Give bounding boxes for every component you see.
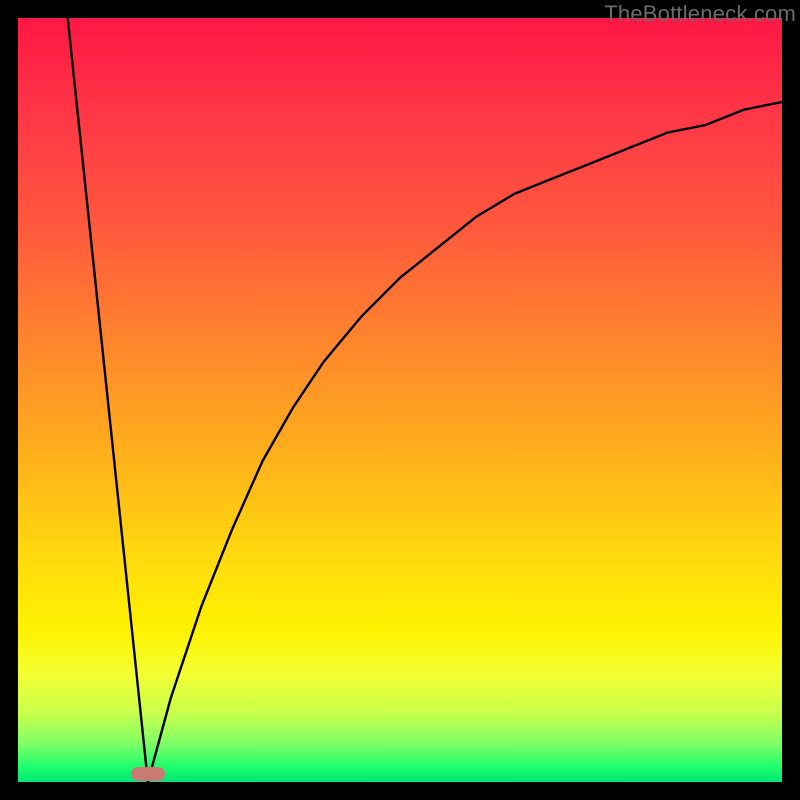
- bottleneck-plot-frame: TheBottleneck.com: [0, 0, 800, 800]
- bottleneck-plot-area: [18, 18, 782, 782]
- bottleneck-curve: [18, 18, 782, 782]
- curve-right-branch: [148, 102, 782, 782]
- curve-left-branch: [68, 18, 148, 782]
- watermark-text: TheBottleneck.com: [604, 1, 796, 27]
- optimum-marker: [131, 767, 165, 781]
